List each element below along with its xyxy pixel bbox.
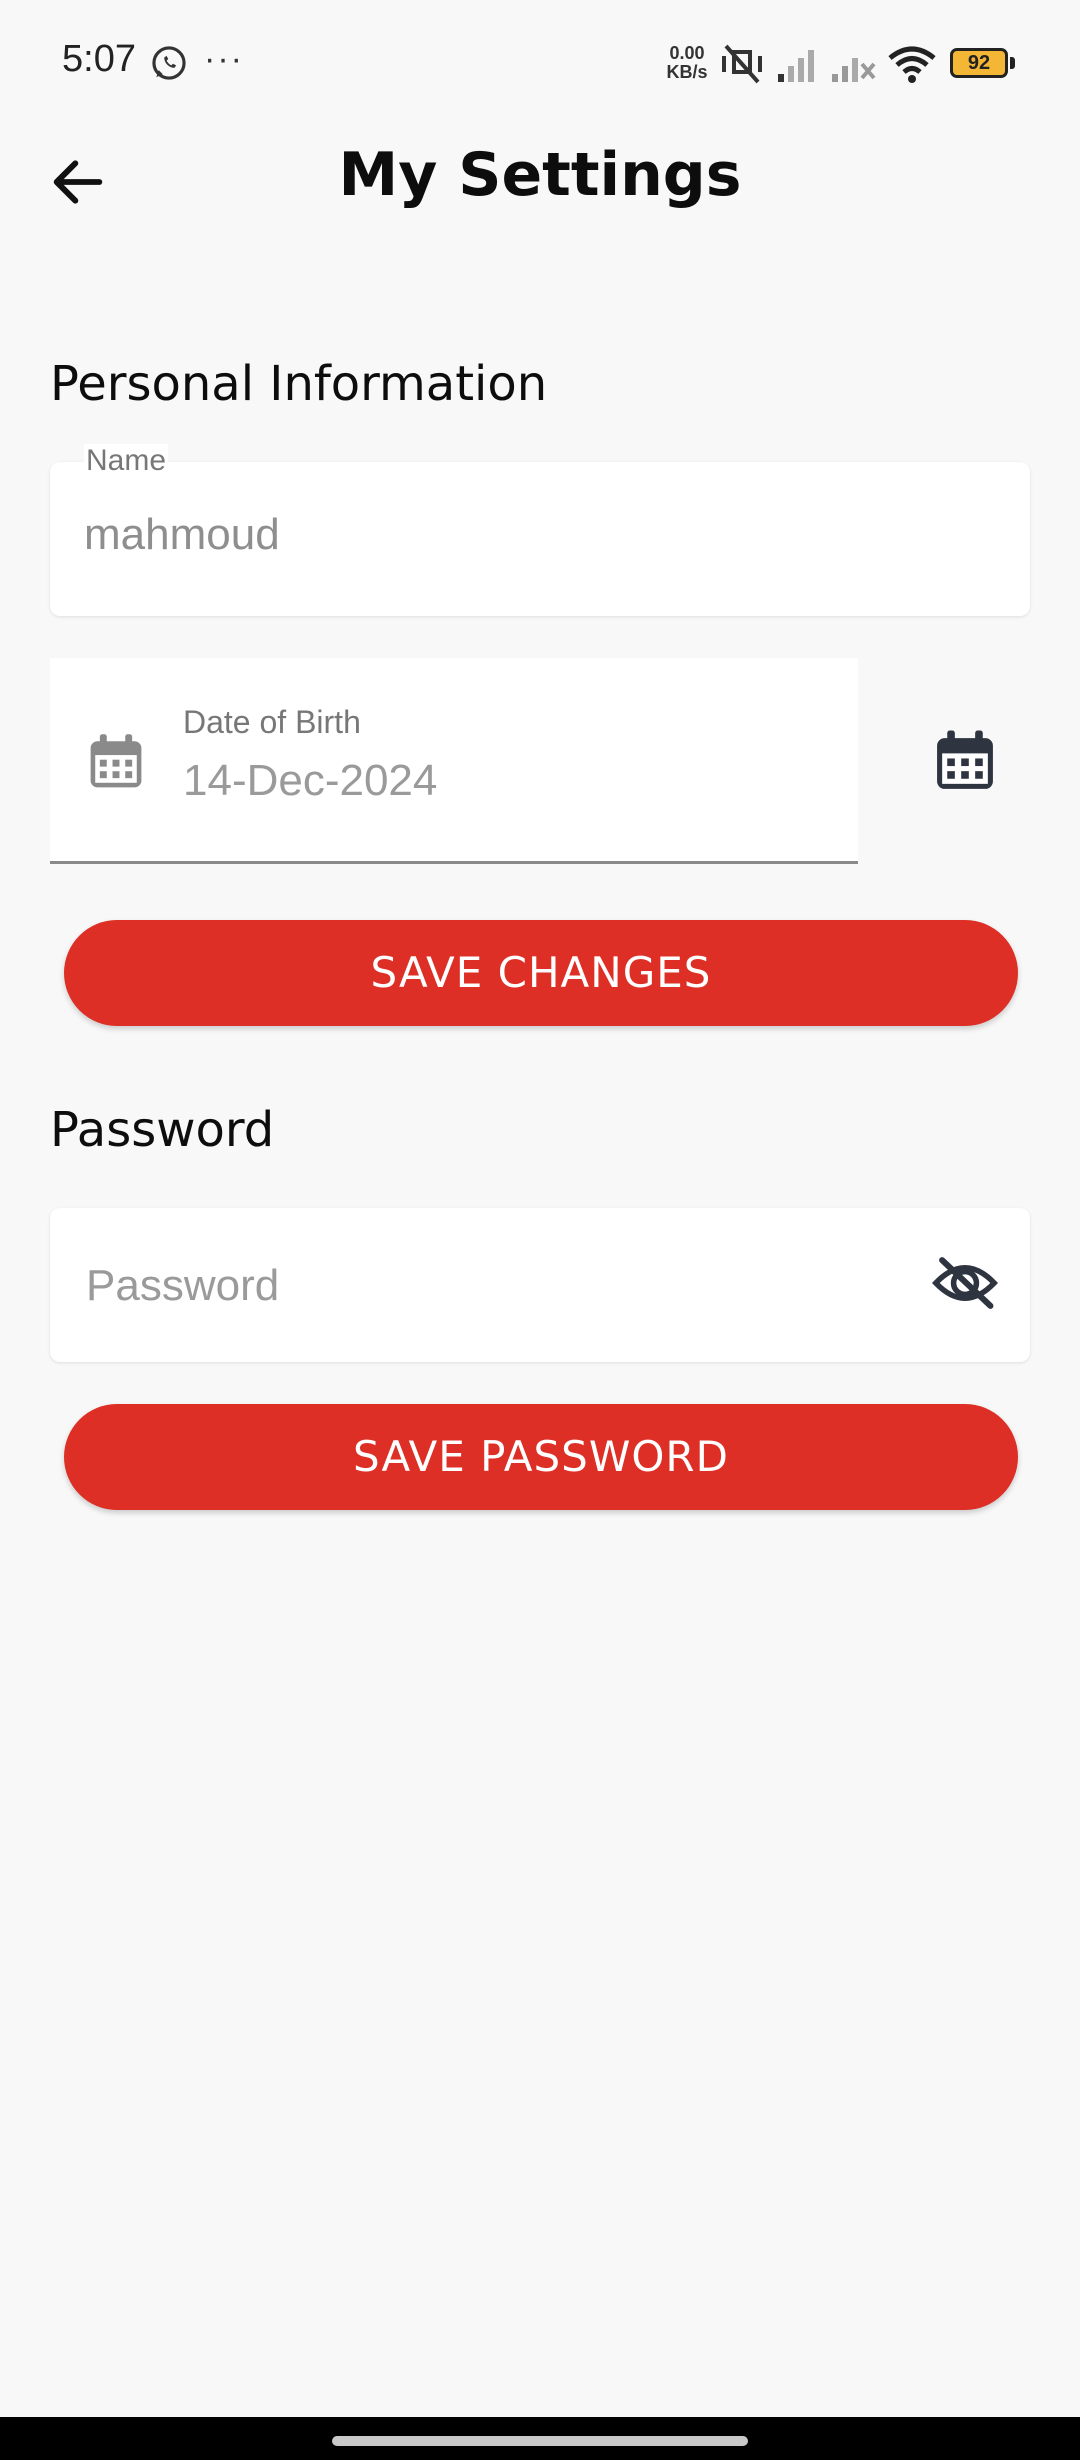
dob-input[interactable]: 14-Dec-2024 bbox=[183, 756, 437, 806]
status-time: 5:07 bbox=[62, 38, 136, 80]
signal-x-icon bbox=[832, 58, 876, 82]
password-section-title: Password bbox=[50, 1102, 275, 1158]
calendar-picker-icon[interactable] bbox=[934, 728, 996, 794]
page-title: My Settings bbox=[338, 140, 742, 210]
name-label: Name bbox=[84, 444, 169, 478]
dob-field[interactable] bbox=[50, 658, 858, 864]
eye-off-icon[interactable] bbox=[932, 1254, 998, 1312]
save-changes-button[interactable]: SAVE CHANGES bbox=[64, 920, 1018, 1026]
wifi-icon bbox=[888, 46, 936, 83]
save-password-button[interactable]: SAVE PASSWORD bbox=[64, 1404, 1018, 1510]
battery-tip bbox=[1010, 57, 1015, 69]
dob-label: Date of Birth bbox=[183, 704, 361, 740]
more-icon: ··· bbox=[204, 40, 244, 78]
personal-info-title: Personal Information bbox=[50, 356, 548, 412]
signal-icon bbox=[778, 50, 814, 82]
net-speed-unit: KB/s bbox=[666, 62, 708, 82]
net-speed: 0.00 KB/s bbox=[662, 44, 712, 82]
home-handle[interactable] bbox=[332, 2436, 748, 2446]
battery-level: 92 bbox=[967, 52, 991, 74]
calendar-icon bbox=[90, 734, 142, 788]
whatsapp-icon bbox=[152, 46, 186, 80]
mute-icon bbox=[722, 44, 762, 84]
name-input[interactable]: mahmoud bbox=[84, 510, 280, 560]
password-input[interactable] bbox=[84, 1250, 888, 1322]
net-speed-value: 0.00 bbox=[669, 43, 705, 63]
